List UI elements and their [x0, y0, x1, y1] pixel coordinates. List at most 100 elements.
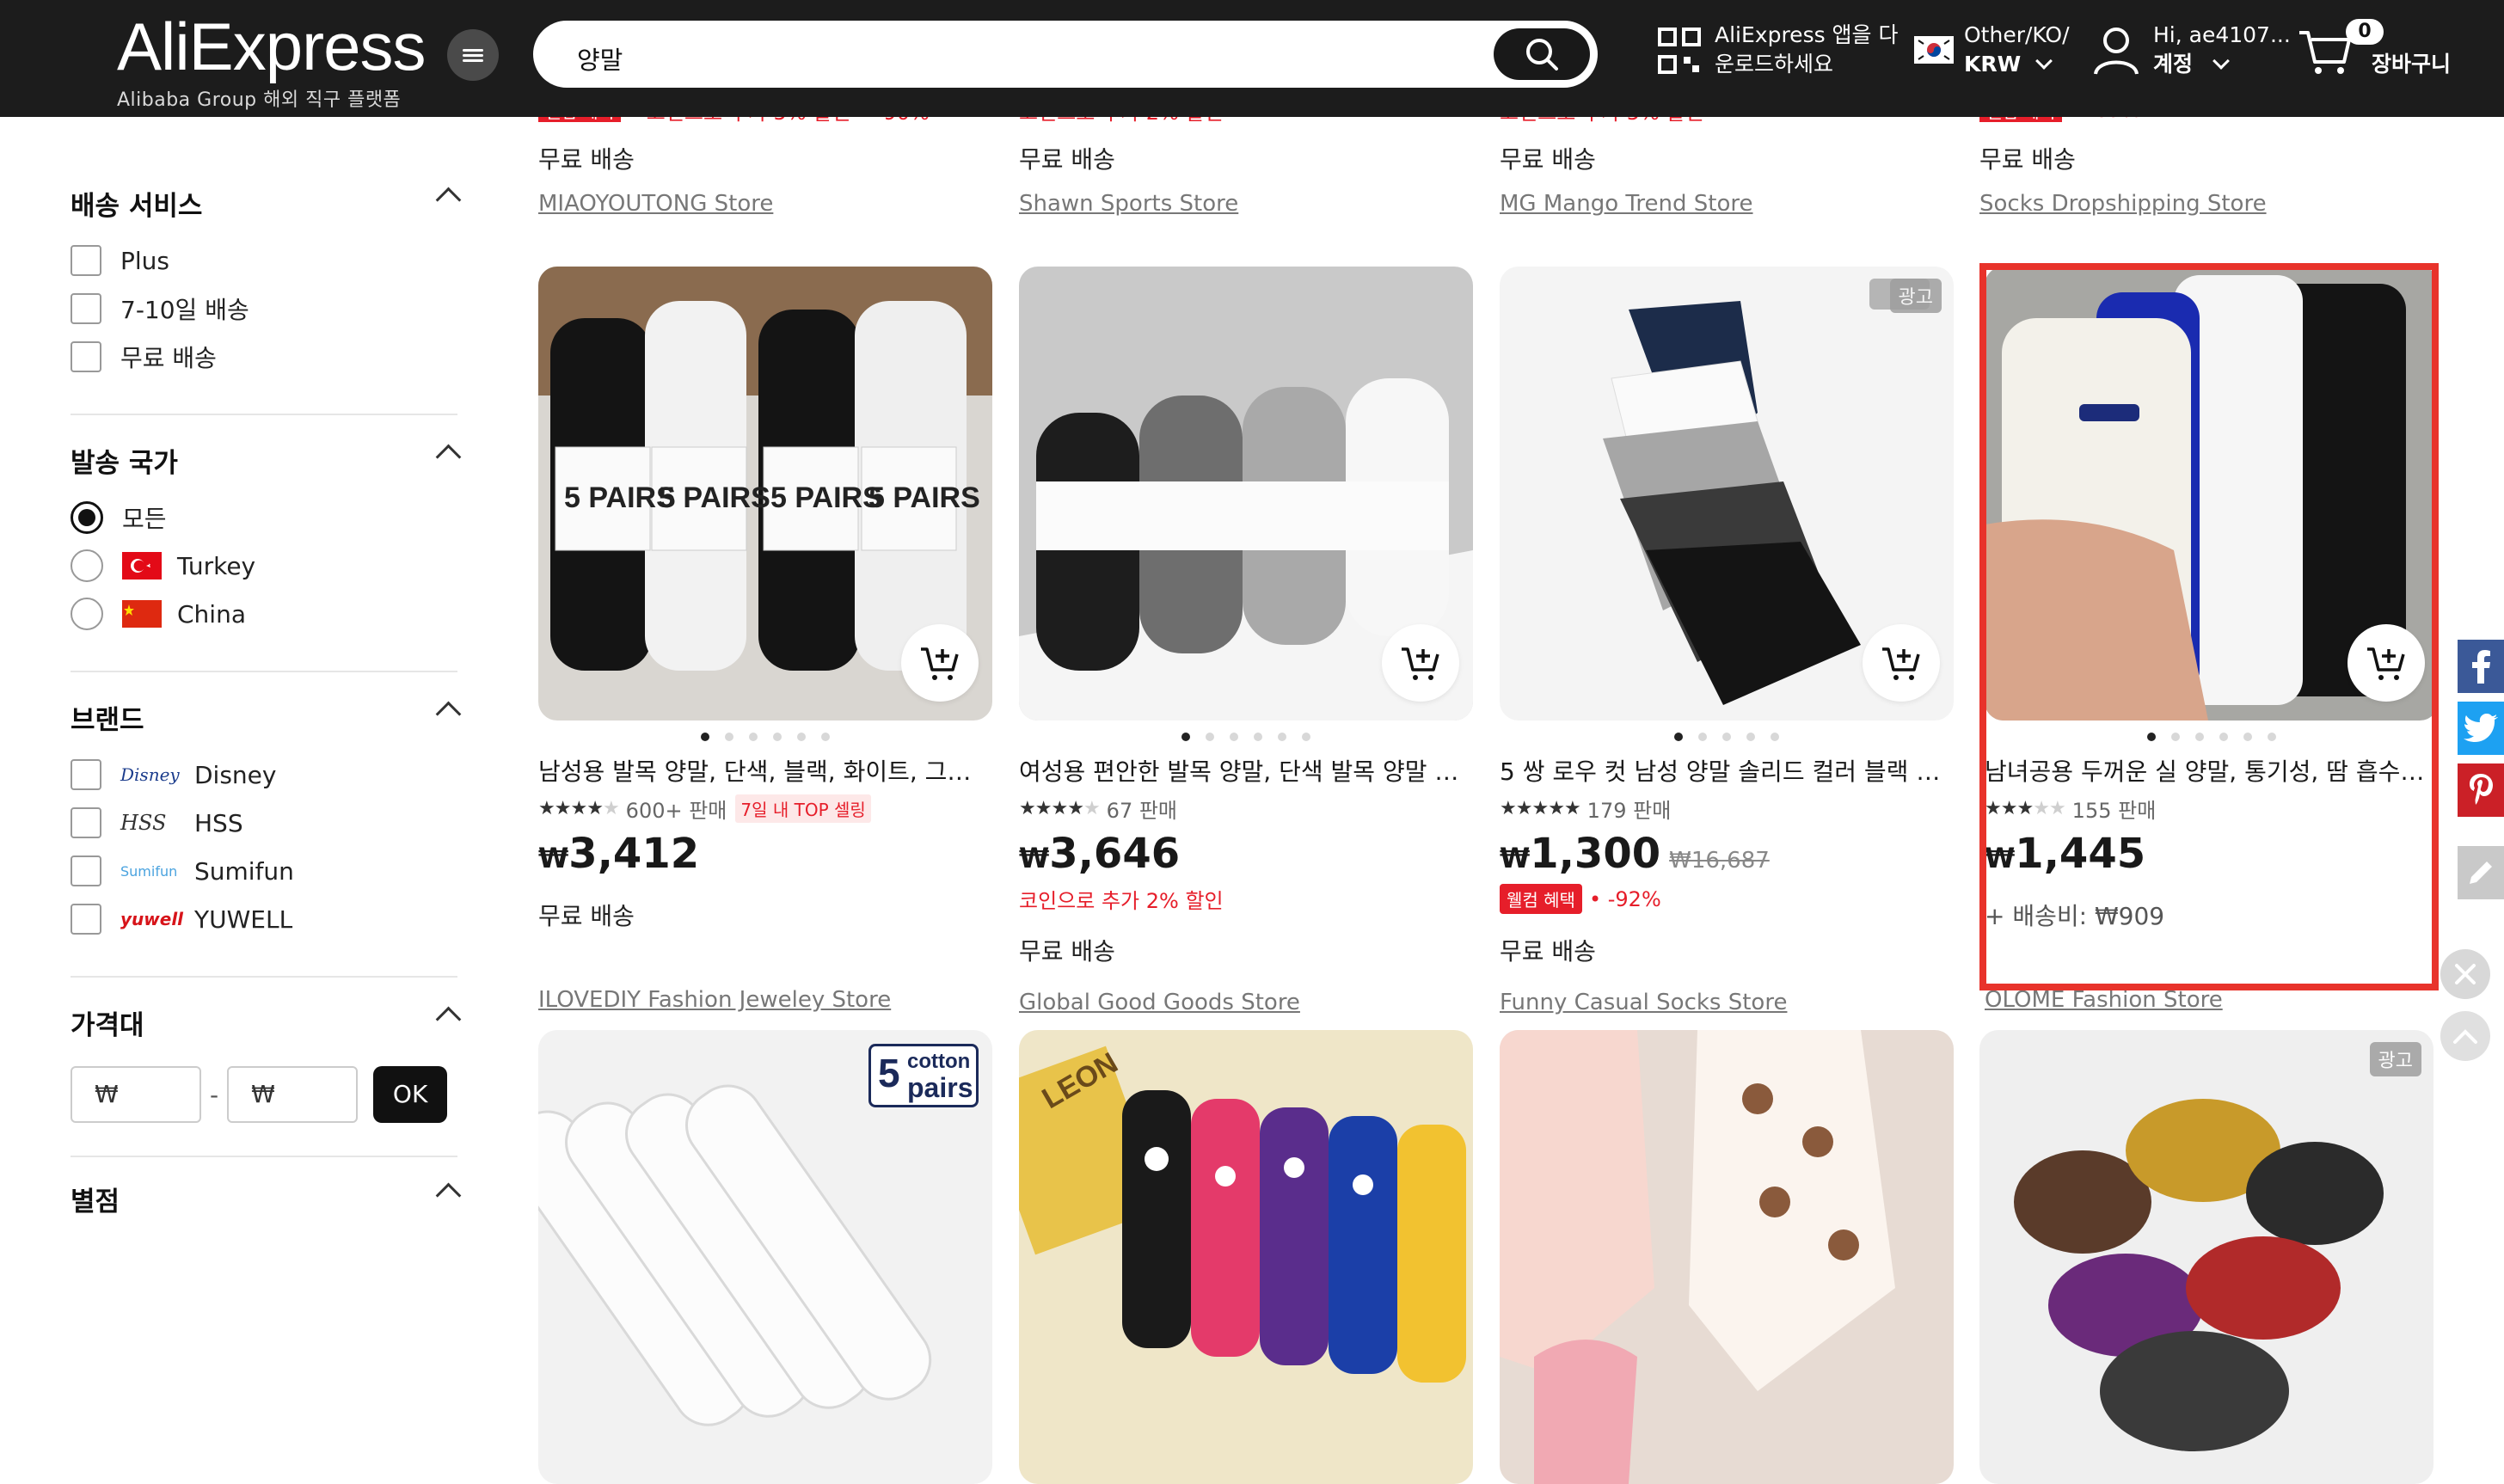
carousel-dot[interactable]	[1771, 733, 1779, 741]
add-to-cart-button[interactable]	[1382, 624, 1459, 702]
product-image[interactable]	[1985, 267, 2439, 721]
product-title[interactable]: 여성용 편안한 발목 양말, 단색 발목 양말 팩, 통기성	[1019, 753, 1466, 788]
image-carousel-dots[interactable]	[1985, 733, 2439, 743]
carousel-dot[interactable]	[2171, 733, 2180, 741]
carousel-dot[interactable]	[701, 733, 709, 741]
product-card[interactable]: 광고	[1979, 1030, 2433, 1484]
region-selector[interactable]: Other/KO/ KRW	[1914, 21, 2070, 79]
carousel-dot[interactable]	[1254, 733, 1262, 741]
product-title[interactable]: 5 쌍 로우 컷 남성 양말 솔리드 컬러 블랙 화이트 그레이	[1500, 753, 1947, 788]
carousel-dot[interactable]	[1674, 733, 1683, 741]
checkbox[interactable]	[71, 293, 101, 324]
add-to-cart-button[interactable]	[901, 624, 979, 702]
product-title[interactable]: 남성용 발목 양말, 단색, 블랙, 화이트, 그레이, 통기성, 코튼 스포츠…	[538, 753, 985, 788]
filter-option-yuwell[interactable]: yuwell YUWELL	[71, 895, 457, 943]
image-carousel-dots[interactable]	[538, 733, 992, 743]
category-menu-button[interactable]	[447, 29, 499, 81]
filter-option-free-shipping[interactable]: 무료 배송	[71, 333, 457, 381]
carousel-dot[interactable]	[821, 733, 830, 741]
store-link[interactable]: Funny Casual Socks Store	[1500, 990, 1954, 1015]
checkbox[interactable]	[71, 759, 101, 790]
product-card-partial[interactable]: 코인으로 추가 2% 할인무료 배송Shawn Sports Store	[1019, 101, 1473, 218]
carousel-dot[interactable]	[2195, 733, 2204, 741]
product-card[interactable]: 여성용 편안한 발목 양말, 단색 발목 양말 팩, 통기성★★★★★67 판매…	[1019, 267, 1473, 1015]
product-image[interactable]	[1500, 1030, 1954, 1484]
filter-option-plus[interactable]: Plus	[71, 236, 457, 285]
checkbox[interactable]	[71, 807, 101, 838]
filter-option-sumifun[interactable]: Sumifun Sumifun	[71, 847, 457, 895]
carousel-dot[interactable]	[1181, 733, 1190, 741]
filter-option-turkey[interactable]: Turkey	[71, 542, 457, 590]
add-to-cart-button[interactable]	[2348, 624, 2425, 702]
product-card[interactable]: 5 cotton pairs	[538, 1030, 992, 1484]
product-card[interactable]: LEON	[1019, 1030, 1473, 1484]
filter-option-disney[interactable]: Disney Disney	[71, 751, 457, 799]
store-link[interactable]: MIAOYOUTONG Store	[538, 191, 992, 217]
radio[interactable]	[71, 549, 103, 582]
product-card[interactable]: 남녀공용 두꺼운 실 양말, 통기성, 땀 흡수, 스포츠 양말★★★★★155…	[1985, 267, 2439, 1013]
carousel-dot[interactable]	[1230, 733, 1238, 741]
store-link[interactable]: MG Mango Trend Store	[1500, 191, 1954, 217]
carousel-dot[interactable]	[725, 733, 733, 741]
checkbox[interactable]	[71, 855, 101, 886]
store-link[interactable]: Socks Dropshipping Store	[1979, 191, 2433, 217]
product-card-partial[interactable]: 코인으로 추가 5% 할인무료 배송MG Mango Trend Store	[1500, 101, 1954, 218]
carousel-dot[interactable]	[1302, 733, 1310, 741]
search-input[interactable]: 양말	[577, 40, 623, 77]
search-button[interactable]	[1494, 28, 1590, 80]
search-bar[interactable]: 양말	[533, 21, 1598, 88]
filter-option-china[interactable]: China	[71, 590, 457, 638]
product-image[interactable]: LEON	[1019, 1030, 1473, 1484]
store-link[interactable]: ILOVEDIY Fashion Jeweley Store	[538, 987, 992, 1013]
store-link[interactable]: Global Good Goods Store	[1019, 990, 1473, 1015]
carousel-dot[interactable]	[2219, 733, 2228, 741]
edit-share-button[interactable]	[2458, 846, 2504, 899]
store-link[interactable]: Shawn Sports Store	[1019, 191, 1473, 217]
product-card[interactable]: 5 PAIRS 5 PAIRS 5 PAIRS 5 PAIRS 남성용 발목 양말, 단…	[538, 267, 992, 1013]
scroll-top-button[interactable]	[2440, 1011, 2490, 1061]
product-card[interactable]: 광고5 쌍 로우 컷 남성 양말 솔리드 컬러 블랙 화이트 그레이★★★★★1…	[1500, 267, 1954, 1015]
product-card[interactable]	[1500, 1030, 1954, 1484]
product-card-partial[interactable]: 웰컴 혜택• -89%무료 배송Socks Dropshipping Store	[1979, 98, 2433, 217]
close-share-button[interactable]	[2440, 949, 2490, 999]
product-image[interactable]: 광고	[1979, 1030, 2433, 1484]
account-menu[interactable]: Hi, ae4107... 계정	[2093, 21, 2291, 79]
carousel-dot[interactable]	[1206, 733, 1214, 741]
product-image[interactable]: 5 PAIRS 5 PAIRS 5 PAIRS 5 PAIRS	[538, 267, 992, 721]
carousel-dot[interactable]	[1278, 733, 1286, 741]
facebook-share-button[interactable]	[2458, 640, 2504, 693]
price-min-input[interactable]: ₩	[71, 1066, 201, 1123]
aliexpress-logo[interactable]: AliExpress Alibaba Group 해외 직구 플랫폼	[117, 10, 426, 112]
carousel-dot[interactable]	[2243, 733, 2252, 741]
app-download[interactable]: AliExpress 앱을 다 운로드하세요	[1658, 21, 1899, 79]
carousel-dot[interactable]	[749, 733, 758, 741]
pinterest-share-button[interactable]	[2458, 763, 2504, 817]
checkbox[interactable]	[71, 245, 101, 276]
filter-option-all[interactable]: 모든	[71, 494, 457, 542]
filter-option-7-10day[interactable]: 7-10일 배송	[71, 285, 457, 333]
twitter-share-button[interactable]	[2458, 702, 2504, 755]
radio-selected[interactable]	[71, 501, 103, 534]
carousel-dot[interactable]	[2268, 733, 2276, 741]
carousel-dot[interactable]	[1698, 733, 1707, 741]
checkbox[interactable]	[71, 341, 101, 372]
carousel-dot[interactable]	[1746, 733, 1755, 741]
carousel-dot[interactable]	[797, 733, 806, 741]
store-link[interactable]: OLOME Fashion Store	[1985, 987, 2439, 1013]
image-carousel-dots[interactable]	[1019, 733, 1473, 743]
product-image[interactable]: 5 cotton pairs	[538, 1030, 992, 1484]
checkbox[interactable]	[71, 904, 101, 935]
price-max-input[interactable]: ₩	[227, 1066, 359, 1123]
product-title[interactable]: 남녀공용 두꺼운 실 양말, 통기성, 땀 흡수, 스포츠 양말	[1985, 753, 2432, 788]
carousel-dot[interactable]	[773, 733, 782, 741]
add-to-cart-button[interactable]	[1863, 624, 1940, 702]
filter-option-hss[interactable]: HSS HSS	[71, 799, 457, 847]
price-ok-button[interactable]: OK	[373, 1066, 448, 1123]
radio[interactable]	[71, 598, 103, 630]
carousel-dot[interactable]	[1722, 733, 1731, 741]
carousel-dot[interactable]	[2147, 733, 2156, 741]
product-image[interactable]: 광고	[1500, 267, 1954, 721]
product-image[interactable]	[1019, 267, 1473, 721]
image-carousel-dots[interactable]	[1500, 733, 1954, 743]
product-card-partial[interactable]: 웰컴 혜택• 코인으로 추가 5% 할인 • -90%무료 배송MIAOYOUT…	[538, 98, 992, 217]
